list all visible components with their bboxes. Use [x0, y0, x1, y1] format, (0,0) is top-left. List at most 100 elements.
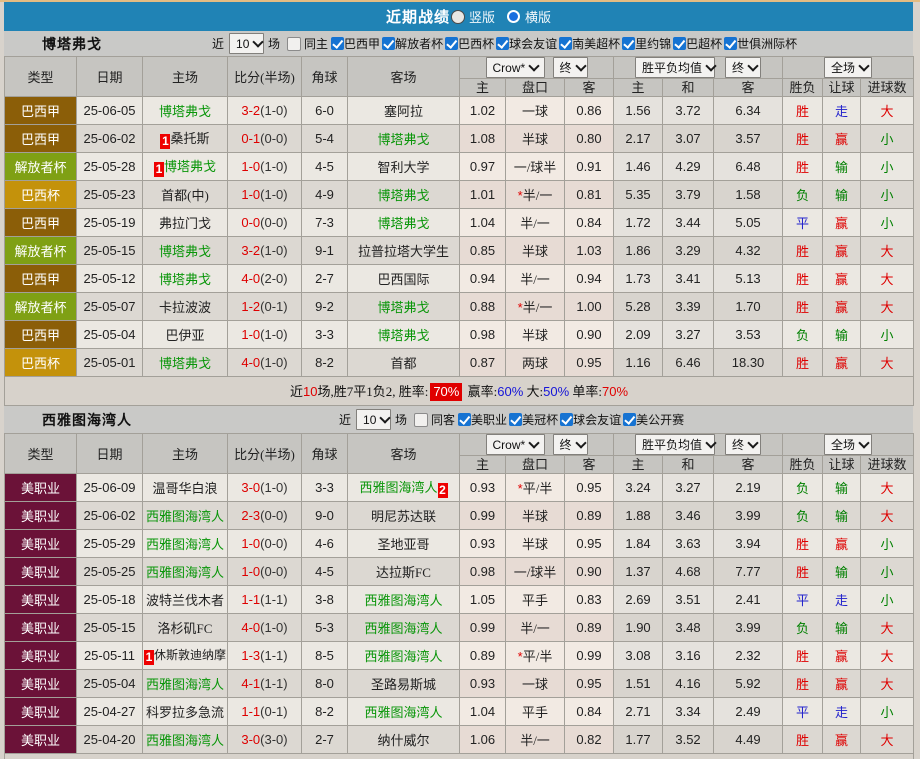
competition-checkbox[interactable] — [496, 37, 510, 50]
odds-home: 0.85 — [459, 235, 506, 265]
away-team-name: 圣路易斯城 — [370, 676, 436, 692]
odds-handicap: 平手 — [505, 584, 565, 614]
competition-checkbox[interactable] — [382, 37, 396, 50]
odds-company-select[interactable]: Crow* — [485, 434, 545, 455]
match-date: 25-04-27 — [76, 696, 143, 726]
result-outcome: 负 — [782, 472, 824, 502]
score: 1-0(1-0) — [227, 179, 302, 209]
home-team-name: 博塔弗戈 — [158, 271, 211, 287]
odds-company-select[interactable]: Crow* — [485, 57, 545, 78]
same-venue-checkbox[interactable] — [414, 412, 429, 427]
filter-row: 近 10 场 同主 巴西甲 解放者杯 巴西杯 球会友谊 南美超杯 里约锦 巴超杯 世俱洲际杯 — [212, 31, 799, 56]
match-type: 巴西杯 — [4, 347, 77, 377]
same-venue-checkbox[interactable] — [287, 36, 302, 51]
odds-handicap: 半/一 — [505, 612, 565, 642]
result-handicap: 输 — [822, 151, 862, 181]
avg-home: 2.69 — [613, 584, 664, 614]
avg-final-select[interactable]: 终 — [725, 434, 762, 455]
score: 3-0(1-0) — [227, 472, 302, 502]
competition-label: 南美超杯 — [572, 37, 621, 51]
result-outcome: 负 — [782, 319, 824, 349]
avg-home: 2.09 — [613, 319, 664, 349]
result-outcome: 胜 — [782, 640, 824, 670]
competition-checkbox[interactable] — [509, 413, 523, 426]
handicap-text: 半球 — [521, 327, 548, 343]
avg-away: 2.41 — [713, 584, 784, 614]
away-team-name: 西雅图海湾人 — [364, 704, 443, 720]
chevron-down-icon — [858, 436, 870, 449]
title-cluster: 近期战绩 竖版 横版 — [386, 6, 551, 27]
away-team-name: 巴西国际 — [377, 271, 430, 287]
match-count-select[interactable]: 10 — [229, 33, 265, 54]
halftime-score: (0-1) — [260, 298, 288, 314]
odds-handicap: 半/一 — [505, 724, 565, 754]
away-team-name: 西雅图海湾人 — [364, 648, 443, 664]
avg-sub-0: 主 — [613, 455, 664, 474]
home-team: 博塔弗戈 — [142, 95, 228, 125]
odds-handicap: 平手 — [505, 696, 565, 726]
match-row: 巴西甲 25-06-02 1 桑托斯 0-1(0-0) 5-4 博塔弗戈 1.08 半球 0.80… — [4, 123, 915, 153]
odds-handicap: *半/一 — [505, 291, 565, 321]
match-type: 解放者杯 — [4, 291, 77, 321]
odds-handicap: *平/半 — [505, 640, 565, 670]
radio-vertical-layout[interactable] — [450, 9, 465, 24]
handicap-text: 半/一 — [522, 299, 553, 315]
odds-handicap: 半球 — [505, 528, 565, 558]
odds-select-row: Crow* 终 — [461, 434, 613, 455]
radio-vertical-label[interactable]: 竖版 — [469, 7, 495, 26]
avg-name-select[interactable]: 胜平负均值 — [635, 434, 717, 455]
odds-away: 0.84 — [563, 207, 615, 237]
chevron-down-icon — [252, 35, 265, 48]
competition-checkbox[interactable] — [560, 413, 574, 426]
team-name: 西雅图海湾人 — [42, 413, 132, 429]
match-type: 美职业 — [4, 528, 77, 558]
result-outcome: 负 — [782, 612, 824, 642]
chevron-down-icon — [528, 436, 540, 449]
home-team: 巴伊亚 — [142, 319, 228, 349]
odds-handicap: *半/一 — [505, 179, 565, 209]
avg-final-select[interactable]: 终 — [725, 57, 762, 78]
home-team: 博塔弗戈 — [142, 263, 228, 293]
odds-handicap: 半球 — [505, 235, 565, 265]
unit-label: 场 — [395, 413, 408, 427]
competition-checkbox[interactable] — [331, 37, 345, 50]
radio-horizontal-label[interactable]: 横版 — [525, 7, 551, 26]
competition-checkbox[interactable] — [673, 37, 687, 50]
handicap-text: 平/半 — [522, 480, 553, 496]
competition-checkbox[interactable] — [724, 37, 738, 50]
away-team: 博塔弗戈 — [347, 291, 460, 321]
chevron-down-icon — [574, 59, 587, 72]
fulltime-score: 4-1 — [241, 675, 261, 691]
avg-draw: 3.79 — [662, 179, 715, 209]
result-outcome: 负 — [782, 500, 824, 530]
avg-name-select[interactable]: 胜平负均值 — [635, 57, 717, 78]
radio-horizontal-layout[interactable] — [507, 10, 520, 23]
avg-home: 2.71 — [613, 696, 664, 726]
home-team-name: 西雅图海湾人 — [145, 676, 224, 692]
match-date: 25-06-05 — [76, 95, 143, 125]
result-goals: 大 — [860, 668, 915, 698]
match-count-select[interactable]: 10 — [356, 409, 392, 430]
odds-away: 0.95 — [563, 668, 615, 698]
competition-checkbox[interactable] — [559, 37, 573, 50]
result-handicap: 赢 — [822, 123, 862, 153]
corner-score: 4-6 — [301, 528, 348, 558]
away-team: 西雅图海湾人 — [347, 696, 460, 726]
home-team: 西雅图海湾人 — [142, 724, 228, 754]
scope-select[interactable]: 全场 — [824, 434, 873, 455]
odds-final-select[interactable]: 终 — [552, 57, 588, 78]
scope-select[interactable]: 全场 — [824, 57, 873, 78]
home-team: 西雅图海湾人 — [142, 668, 228, 698]
chevron-down-icon — [379, 411, 392, 424]
away-team-name: 博塔弗戈 — [377, 187, 430, 203]
competition-checkbox[interactable] — [458, 413, 472, 426]
avg-away: 3.94 — [713, 528, 784, 558]
odds-final-select[interactable]: 终 — [552, 434, 588, 455]
match-type: 美职业 — [4, 556, 77, 586]
match-row: 解放者杯 25-05-28 1 博塔弗戈 1-0(1-0) 4-5 智利大学 0.97 一/球半… — [4, 151, 915, 181]
summary-cell — [3, 752, 915, 759]
match-date: 25-05-01 — [76, 347, 143, 377]
competition-checkbox[interactable] — [622, 37, 636, 50]
competition-checkbox[interactable] — [623, 413, 637, 426]
competition-checkbox[interactable] — [445, 37, 459, 50]
